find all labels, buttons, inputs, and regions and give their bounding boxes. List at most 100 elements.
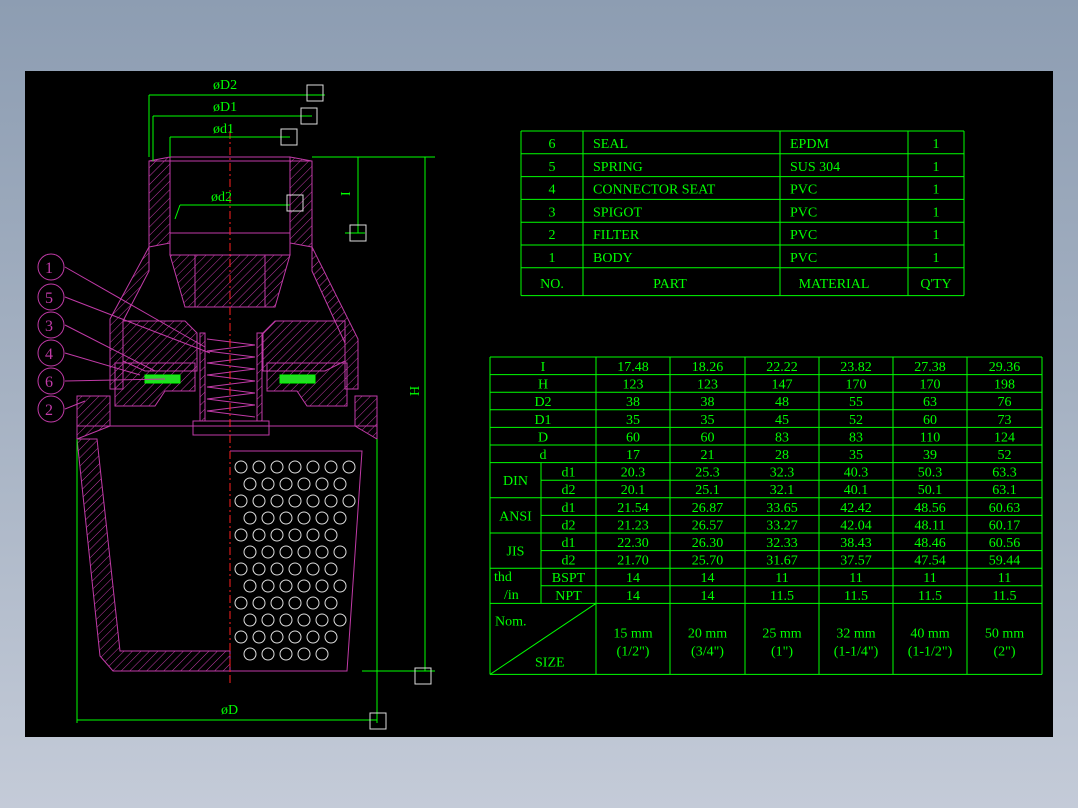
size-cell: 35 xyxy=(626,413,640,428)
part-material: PVC xyxy=(790,183,817,198)
size-cell: 17.48 xyxy=(617,360,649,375)
filter-hole xyxy=(270,460,284,474)
part-name: FILTER xyxy=(593,228,640,243)
filter-hole xyxy=(297,477,311,491)
filter-hole xyxy=(234,460,248,474)
filter-hole xyxy=(324,460,338,474)
part-name: SPIGOT xyxy=(593,205,642,220)
filter-hole xyxy=(288,562,302,576)
size-mm: 40 mm xyxy=(910,626,949,641)
size-cell: 40.1 xyxy=(844,483,869,498)
filter-hole xyxy=(306,494,320,508)
filter-hole xyxy=(333,545,347,559)
size-row-label: D1 xyxy=(534,413,551,428)
filter-hole xyxy=(306,528,320,542)
size-cell: 33.27 xyxy=(766,518,798,533)
dim-label-I: I xyxy=(339,191,354,196)
size-cell: 123 xyxy=(697,378,718,393)
size-cell: 14 xyxy=(626,571,640,586)
size-cell: 63 xyxy=(923,395,937,410)
size-cell: 38 xyxy=(626,395,640,410)
filter-hole xyxy=(261,613,275,627)
size-cell: 38.43 xyxy=(840,536,872,551)
size-cell: 48.11 xyxy=(915,518,946,533)
dim-label-d1: ød1 xyxy=(213,122,234,137)
valve-section-view xyxy=(76,131,378,686)
size-cell: 25.1 xyxy=(695,483,720,498)
filter-hole xyxy=(297,511,311,525)
filter-hole xyxy=(243,545,257,559)
filter-hole xyxy=(270,494,284,508)
flange-right xyxy=(354,395,378,440)
size-cell: 32.33 xyxy=(766,536,798,551)
size-cell: 59.44 xyxy=(989,554,1021,569)
size-cell: 42.42 xyxy=(840,501,872,516)
part-no: 3 xyxy=(549,205,556,220)
size-cell: 50.3 xyxy=(918,466,943,481)
part-material: SUS 304 xyxy=(790,160,840,175)
group-sub-label: d1 xyxy=(562,466,576,481)
filter-hole xyxy=(315,545,329,559)
size-row-label: H xyxy=(538,378,548,393)
header-material: MATERIAL xyxy=(799,277,870,292)
size-mm: 25 mm xyxy=(762,626,801,641)
filter-hole xyxy=(342,494,356,508)
filter-hole xyxy=(342,460,356,474)
spring xyxy=(206,338,256,418)
filter-hole xyxy=(333,511,347,525)
filter-hole xyxy=(315,647,329,661)
cad-drawing-canvas[interactable]: øD2 øD1 ød1 ød2 øD I H 1 5 3 4 6 2 6 SEAL… xyxy=(25,71,1053,737)
filter-section xyxy=(76,438,231,672)
balloon-label-6: 6 xyxy=(45,374,53,391)
part-qty: 1 xyxy=(933,251,940,266)
part-qty: 1 xyxy=(933,160,940,175)
part-qty: 1 xyxy=(933,228,940,243)
size-cell: 14 xyxy=(701,589,715,604)
filter-hole xyxy=(297,647,311,661)
size-cell: 18.26 xyxy=(692,360,724,375)
size-cell: 170 xyxy=(920,378,941,393)
dim-label-d2: ød2 xyxy=(211,190,232,205)
filter-hole xyxy=(279,579,293,593)
filter-hole xyxy=(234,630,248,644)
size-cell: 35 xyxy=(849,448,863,463)
filter-hole xyxy=(270,528,284,542)
socket-left-wall xyxy=(148,156,171,248)
filter-hole xyxy=(315,511,329,525)
group-sub-label: d1 xyxy=(562,501,576,516)
filter-hole xyxy=(270,562,284,576)
filter-outside xyxy=(230,450,363,672)
part-qty: 1 xyxy=(933,205,940,220)
size-cell: 17 xyxy=(626,448,640,463)
filter-hole xyxy=(306,562,320,576)
group-label-bottom: /in xyxy=(504,588,519,603)
balloon-label-5: 5 xyxy=(45,290,53,307)
part-name: BODY xyxy=(593,251,633,266)
size-row-label: D2 xyxy=(534,395,551,410)
size-cell: 21.23 xyxy=(617,518,649,533)
size-cell: 25.3 xyxy=(695,466,720,481)
part-material: EPDM xyxy=(790,137,829,152)
filter-hole xyxy=(234,562,248,576)
part-material: PVC xyxy=(790,205,817,220)
size-cell: 22.30 xyxy=(617,536,649,551)
size-cell: 14 xyxy=(701,571,715,586)
size-cell: 198 xyxy=(994,378,1015,393)
part-qty: 1 xyxy=(933,137,940,152)
balloon-label-4: 4 xyxy=(45,346,53,363)
size-cell: 147 xyxy=(772,378,793,393)
size-cell: 31.67 xyxy=(766,554,798,569)
size-cell: 11.5 xyxy=(844,589,868,604)
header-part: PART xyxy=(653,277,687,292)
size-cell: 73 xyxy=(998,413,1012,428)
size-cell: 20.3 xyxy=(621,466,646,481)
size-cell: 40.3 xyxy=(844,466,869,481)
filter-hole xyxy=(306,460,320,474)
size-cell: 32.3 xyxy=(770,466,795,481)
group-sub-label: d2 xyxy=(562,554,576,569)
size-cell: 21 xyxy=(701,448,715,463)
filter-hole xyxy=(261,477,275,491)
part-no: 1 xyxy=(549,251,556,266)
size-cell: 124 xyxy=(994,430,1015,445)
size-cell: 21.54 xyxy=(617,501,649,516)
